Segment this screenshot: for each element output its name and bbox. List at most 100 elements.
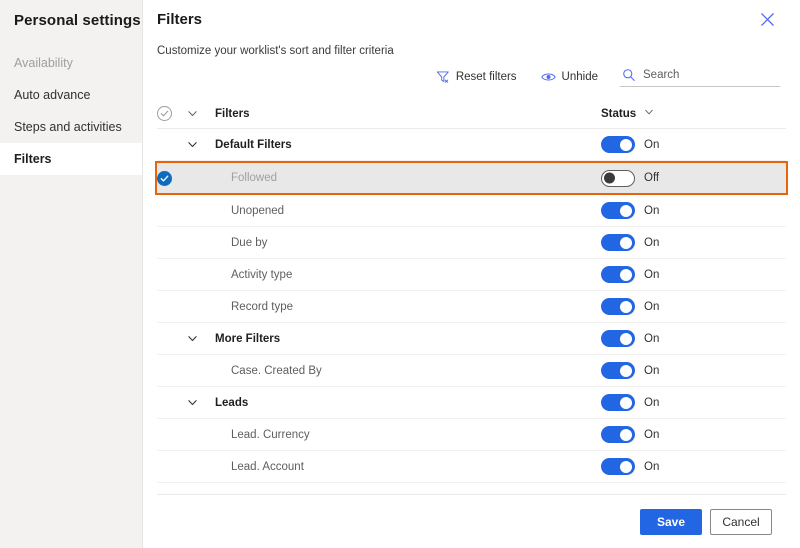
table-row[interactable]: Followed Off (155, 161, 788, 195)
status-toggle-label: On (644, 268, 660, 281)
table-row[interactable]: Activity type On (157, 259, 786, 291)
column-header-status-label: Status (601, 107, 637, 120)
sidebar-item-label: Auto advance (14, 88, 91, 102)
filters-toolbar: Reset filters Unhide (143, 57, 792, 87)
row-label: Lead. Account (231, 460, 304, 473)
panel-subtitle: Customize your worklist's sort and filte… (157, 45, 394, 57)
row-status-cell: On (601, 234, 786, 251)
checkmark-circle-icon (157, 170, 172, 186)
sidebar-item-availability[interactable]: Availability (0, 47, 142, 79)
status-toggle-label: On (644, 236, 660, 249)
status-toggle[interactable] (601, 136, 635, 153)
row-status-cell: On (601, 202, 786, 219)
reset-filters-button[interactable]: Reset filters (434, 67, 519, 87)
status-toggle[interactable] (601, 426, 635, 443)
filter-reset-icon (436, 70, 450, 84)
dialog-footer: Save Cancel (157, 494, 786, 548)
toggle-knob (620, 268, 632, 281)
toggle-knob (620, 460, 632, 473)
row-status-cell: On (601, 298, 786, 315)
status-chevron-down-icon[interactable] (644, 107, 654, 120)
table-row[interactable]: More Filters On (157, 323, 786, 355)
sidebar-item-label: Availability (14, 56, 73, 70)
table-row[interactable]: Default Filters On (157, 129, 786, 161)
status-toggle-label: On (644, 138, 660, 151)
cancel-button[interactable]: Cancel (710, 508, 772, 535)
sidebar-nav-list: Availability Auto advance Steps and acti… (0, 47, 142, 175)
select-all-cell[interactable] (157, 106, 187, 121)
status-toggle[interactable] (601, 298, 635, 315)
status-toggle[interactable] (601, 234, 635, 251)
status-toggle[interactable] (601, 169, 635, 187)
row-status-cell: On (601, 458, 786, 475)
sidebar-item-label: Filters (14, 152, 52, 166)
toggle-knob (620, 396, 632, 409)
panel-header: Filters (143, 0, 800, 32)
status-toggle[interactable] (601, 266, 635, 283)
sidebar-item-auto-advance[interactable]: Auto advance (0, 79, 142, 111)
sidebar-item-steps-and-activities[interactable]: Steps and activities (0, 111, 142, 143)
table-row[interactable]: Leads On (157, 387, 786, 419)
row-label: More Filters (215, 332, 281, 345)
column-header-filters[interactable]: Filters (215, 108, 601, 120)
table-row[interactable]: Lead. Currency On (157, 419, 786, 451)
status-toggle-label: On (644, 396, 660, 409)
search-input[interactable] (643, 69, 773, 81)
circle-check-icon (157, 106, 172, 121)
table-header-row: Filters Status (157, 99, 786, 129)
status-toggle-label: On (644, 332, 660, 345)
sidebar-item-filters[interactable]: Filters (0, 143, 142, 175)
row-select-cell[interactable] (157, 170, 187, 186)
toggle-knob (620, 138, 632, 151)
sidebar-item-label: Steps and activities (14, 120, 122, 134)
column-header-status[interactable]: Status (601, 107, 786, 120)
reset-filters-label: Reset filters (455, 70, 517, 83)
row-label: Unopened (231, 204, 285, 217)
row-label: Activity type (231, 268, 293, 281)
search-box[interactable] (620, 66, 780, 87)
page-title: Filters (157, 11, 203, 28)
toggle-knob (620, 364, 632, 377)
toggle-knob (620, 332, 632, 345)
row-status-cell: On (601, 266, 786, 283)
row-label: Leads (215, 396, 249, 409)
expand-all-chevron-down-icon[interactable] (187, 108, 215, 119)
group-chevron-down-icon[interactable] (187, 333, 215, 344)
row-label: Due by (231, 236, 268, 249)
toggle-knob (604, 172, 615, 184)
status-toggle[interactable] (601, 202, 635, 219)
table-row[interactable]: Case. Created By On (157, 355, 786, 387)
unhide-button[interactable]: Unhide (539, 67, 600, 87)
close-icon[interactable] (754, 6, 780, 32)
status-toggle[interactable] (601, 362, 635, 379)
table-row[interactable]: Record type On (157, 291, 786, 323)
save-button[interactable]: Save (640, 508, 702, 535)
personal-settings-dialog: Personal settings Availability Auto adva… (0, 0, 800, 548)
row-label: Lead. Currency (231, 428, 310, 441)
status-toggle-label: On (644, 364, 660, 377)
row-status-cell: On (601, 426, 786, 443)
status-toggle-label: On (644, 428, 660, 441)
group-chevron-down-icon[interactable] (187, 139, 215, 150)
status-toggle-label: On (644, 460, 660, 473)
group-chevron-down-icon[interactable] (187, 397, 215, 408)
row-label: Default Filters (215, 138, 292, 151)
table-row[interactable]: Unopened On (157, 195, 786, 227)
toggle-knob (620, 236, 632, 249)
table-row[interactable]: Lead. Account On (157, 451, 786, 483)
status-toggle[interactable] (601, 458, 635, 475)
main-panel: Filters Customize your worklist's sort a… (143, 0, 800, 548)
toggle-knob (620, 300, 632, 313)
eye-icon (540, 70, 556, 84)
row-label: Followed (231, 172, 278, 184)
sidebar: Personal settings Availability Auto adva… (0, 0, 143, 548)
row-status-cell: On (601, 362, 786, 379)
row-label: Case. Created By (231, 364, 322, 377)
status-toggle-label: On (644, 300, 660, 313)
row-status-cell: On (601, 394, 786, 411)
table-row[interactable]: Due by On (157, 227, 786, 259)
row-status-cell: On (601, 136, 786, 153)
status-toggle[interactable] (601, 330, 635, 347)
status-toggle[interactable] (601, 394, 635, 411)
unhide-label: Unhide (561, 70, 598, 83)
